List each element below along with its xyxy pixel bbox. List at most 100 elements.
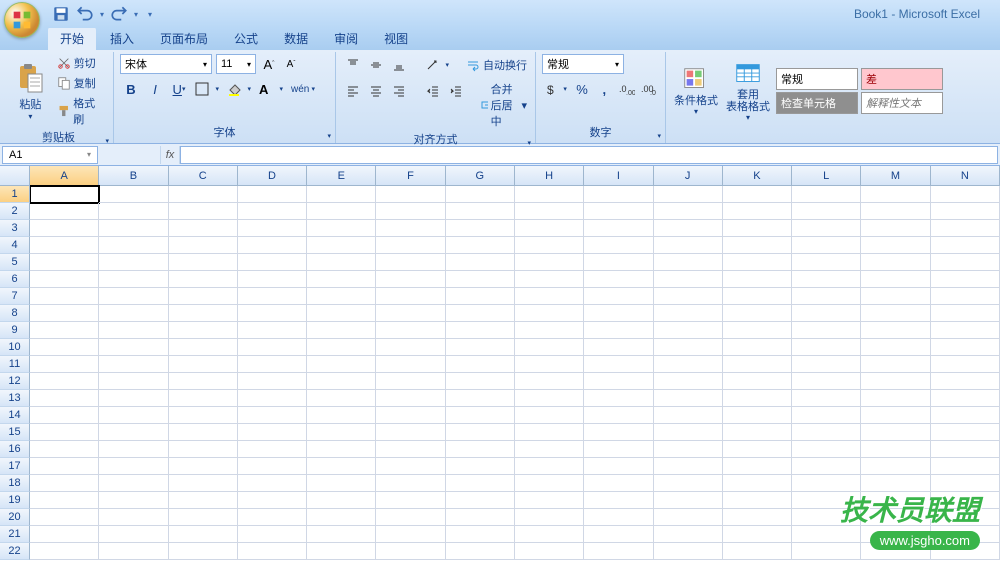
cell[interactable] xyxy=(792,407,861,424)
font-name-select[interactable]: 宋体▾ xyxy=(120,54,212,74)
cell[interactable] xyxy=(792,441,861,458)
cell[interactable] xyxy=(861,424,930,441)
cell[interactable] xyxy=(238,424,307,441)
cell[interactable] xyxy=(30,475,99,492)
cell[interactable] xyxy=(376,322,445,339)
cell[interactable] xyxy=(30,271,99,288)
cell[interactable] xyxy=(99,186,168,203)
cell[interactable] xyxy=(307,424,376,441)
cell[interactable] xyxy=(584,356,653,373)
cell[interactable] xyxy=(99,237,168,254)
row-header[interactable]: 16 xyxy=(0,441,30,458)
cell[interactable] xyxy=(723,271,792,288)
cell[interactable] xyxy=(307,509,376,526)
qat-customize[interactable]: ▾ xyxy=(148,10,152,19)
cell[interactable] xyxy=(99,373,168,390)
cell[interactable] xyxy=(584,509,653,526)
cell[interactable] xyxy=(654,509,723,526)
redo-dropdown[interactable]: ▾ xyxy=(134,10,138,19)
name-box[interactable]: A1▾ xyxy=(2,146,98,164)
cell[interactable] xyxy=(446,356,515,373)
cell[interactable] xyxy=(515,305,584,322)
cell[interactable] xyxy=(515,203,584,220)
cell[interactable] xyxy=(307,407,376,424)
cell[interactable] xyxy=(792,186,861,203)
cell[interactable] xyxy=(792,356,861,373)
cell[interactable] xyxy=(931,203,1000,220)
cell[interactable] xyxy=(446,305,515,322)
cell[interactable] xyxy=(446,509,515,526)
cell[interactable] xyxy=(169,271,238,288)
cell[interactable] xyxy=(654,543,723,560)
cell[interactable] xyxy=(931,441,1000,458)
cell-style-note[interactable]: 解释性文本 xyxy=(861,92,943,114)
cell[interactable] xyxy=(723,203,792,220)
align-right-button[interactable] xyxy=(388,80,410,102)
cell[interactable] xyxy=(931,254,1000,271)
row-header[interactable]: 22 xyxy=(0,543,30,560)
cell[interactable] xyxy=(654,390,723,407)
cell[interactable] xyxy=(515,390,584,407)
cell[interactable] xyxy=(169,526,238,543)
cell[interactable] xyxy=(792,203,861,220)
cell[interactable] xyxy=(515,237,584,254)
cell[interactable] xyxy=(376,492,445,509)
cell[interactable] xyxy=(307,305,376,322)
cell[interactable] xyxy=(169,254,238,271)
cell[interactable] xyxy=(861,441,930,458)
cell[interactable] xyxy=(376,475,445,492)
cell[interactable] xyxy=(169,203,238,220)
cell[interactable] xyxy=(723,543,792,560)
cell[interactable] xyxy=(30,288,99,305)
cell[interactable] xyxy=(238,543,307,560)
cell[interactable] xyxy=(376,509,445,526)
cell[interactable] xyxy=(584,186,653,203)
cell[interactable] xyxy=(376,373,445,390)
row-header[interactable]: 19 xyxy=(0,492,30,509)
cell[interactable] xyxy=(584,339,653,356)
row-header[interactable]: 9 xyxy=(0,322,30,339)
column-header[interactable]: G xyxy=(446,166,515,186)
cell[interactable] xyxy=(30,526,99,543)
cell[interactable] xyxy=(792,373,861,390)
column-header[interactable]: L xyxy=(792,166,861,186)
cell[interactable] xyxy=(376,254,445,271)
align-middle-button[interactable] xyxy=(365,54,387,76)
cell[interactable] xyxy=(99,339,168,356)
cell[interactable] xyxy=(99,390,168,407)
fx-button[interactable]: fx xyxy=(160,146,180,164)
cell[interactable] xyxy=(654,441,723,458)
cell[interactable] xyxy=(307,373,376,390)
format-painter-button[interactable]: 格式刷 xyxy=(55,94,107,128)
cell[interactable] xyxy=(723,254,792,271)
cell[interactable] xyxy=(931,305,1000,322)
cell[interactable] xyxy=(169,492,238,509)
cell[interactable] xyxy=(515,373,584,390)
cell[interactable] xyxy=(307,288,376,305)
row-header[interactable]: 13 xyxy=(0,390,30,407)
cell[interactable] xyxy=(584,441,653,458)
cell[interactable] xyxy=(376,390,445,407)
cell[interactable] xyxy=(376,271,445,288)
cell[interactable] xyxy=(792,237,861,254)
cell[interactable] xyxy=(446,288,515,305)
cell[interactable] xyxy=(584,237,653,254)
cell[interactable] xyxy=(584,390,653,407)
column-header[interactable]: J xyxy=(654,166,723,186)
row-header[interactable]: 10 xyxy=(0,339,30,356)
cell[interactable] xyxy=(376,526,445,543)
cell[interactable] xyxy=(792,254,861,271)
cell[interactable] xyxy=(376,288,445,305)
cell[interactable] xyxy=(238,322,307,339)
cell[interactable] xyxy=(238,288,307,305)
cell[interactable] xyxy=(723,458,792,475)
cell[interactable] xyxy=(861,305,930,322)
cell[interactable] xyxy=(861,203,930,220)
cell[interactable] xyxy=(99,220,168,237)
cell[interactable] xyxy=(515,543,584,560)
decrease-decimal-button[interactable]: .00.0 xyxy=(639,78,659,100)
cell[interactable] xyxy=(584,458,653,475)
cell[interactable] xyxy=(99,356,168,373)
redo-button[interactable] xyxy=(110,5,128,23)
cell[interactable] xyxy=(238,220,307,237)
